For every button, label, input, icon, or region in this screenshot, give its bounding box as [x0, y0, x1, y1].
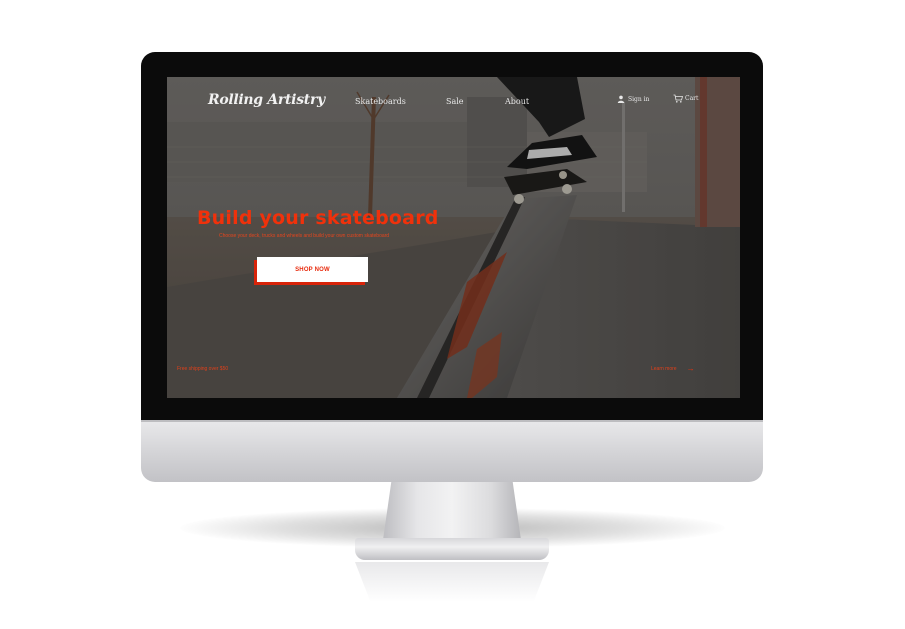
sign-in-label: Sign in [628, 95, 650, 103]
cart-icon [673, 94, 683, 103]
nav-skateboards[interactable]: Skateboards [355, 97, 406, 106]
sign-in-link[interactable]: Sign in [617, 95, 649, 103]
learn-more-label: Learn more [651, 366, 677, 372]
monitor-stand-base [355, 538, 549, 560]
learn-more-link[interactable]: Learn more → [651, 365, 695, 373]
monitor-stand-reflection [355, 562, 549, 602]
user-icon [617, 95, 625, 103]
site-logo[interactable]: Rolling Artistry [208, 92, 325, 108]
website-screen: Rolling Artistry Skateboards Sale About … [167, 77, 740, 398]
monitor-chin [141, 420, 763, 482]
nav-sale[interactable]: Sale [446, 97, 464, 106]
cart-link[interactable]: Cart [673, 94, 698, 103]
hero-footnote[interactable]: Free shipping over $50 [177, 366, 228, 372]
shop-now-button[interactable]: SHOP NOW [257, 257, 368, 282]
nav-about[interactable]: About [505, 97, 529, 106]
monitor-stand-neck [383, 482, 521, 540]
hero-title: Build your skateboard [197, 207, 439, 229]
cart-label: Cart [685, 95, 699, 102]
arrow-right-icon: → [686, 364, 695, 373]
hero-subtitle: Choose your deck, trucks and wheels and … [219, 233, 390, 239]
